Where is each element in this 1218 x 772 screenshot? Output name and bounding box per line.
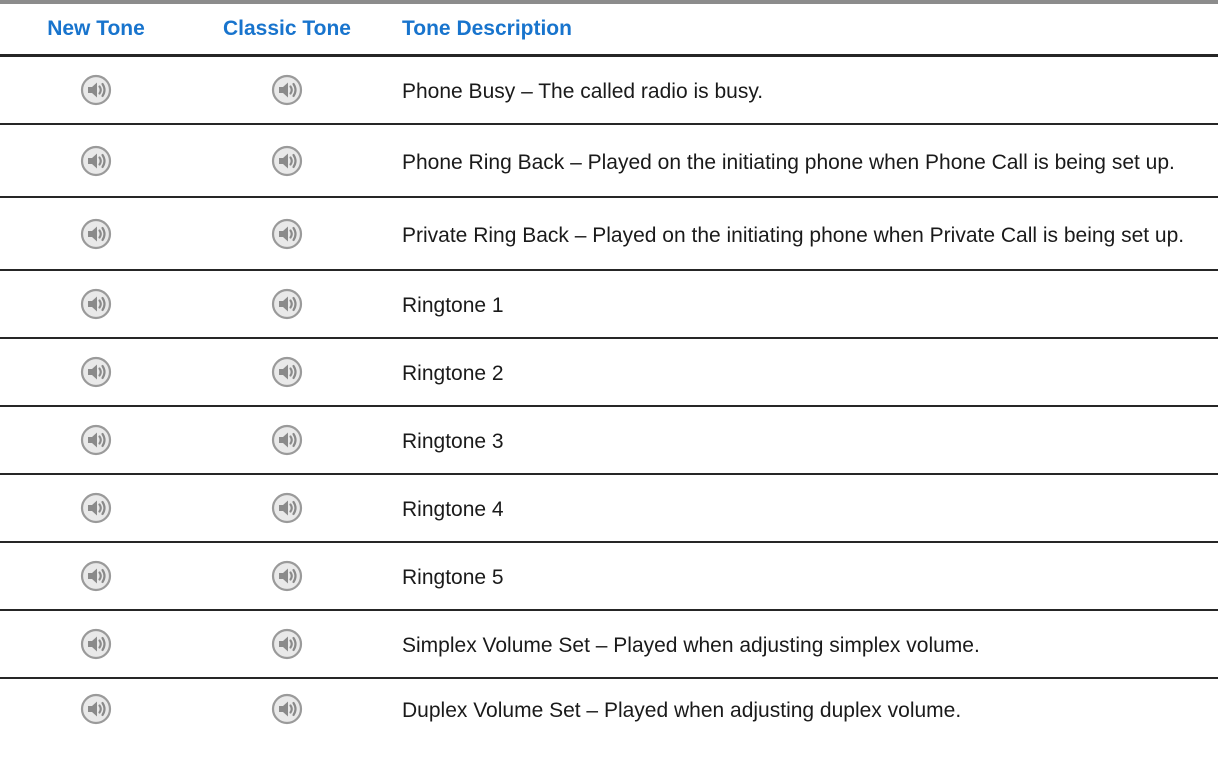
new-tone-play-button[interactable] [0, 424, 192, 456]
speaker-play-icon[interactable] [80, 356, 112, 388]
new-tone-play-button[interactable] [0, 145, 192, 177]
speaker-play-icon[interactable] [80, 693, 112, 725]
speaker-play-icon[interactable] [271, 218, 303, 250]
new-tone-play-button[interactable] [0, 218, 192, 250]
table-row: Private Ring Back – Played on the initia… [0, 198, 1218, 271]
speaker-play-icon[interactable] [80, 424, 112, 456]
speaker-play-icon[interactable] [271, 424, 303, 456]
tone-table: New Tone Classic Tone Tone Description P… [0, 0, 1218, 739]
speaker-play-icon[interactable] [80, 218, 112, 250]
tone-description: Ringtone 3 [402, 430, 504, 453]
classic-tone-play-button[interactable] [192, 628, 382, 660]
tone-description: Phone Ring Back – Played on the initiati… [402, 150, 1175, 174]
tone-description: Ringtone 1 [402, 294, 504, 317]
table-row: Ringtone 2 [0, 339, 1218, 407]
speaker-play-icon[interactable] [271, 74, 303, 106]
tone-description: Ringtone 2 [402, 362, 504, 385]
classic-tone-play-button[interactable] [192, 288, 382, 320]
tone-description: Ringtone 4 [402, 498, 504, 521]
tone-description: Phone Busy – The called radio is busy. [402, 80, 764, 103]
table-row: Ringtone 3 [0, 407, 1218, 475]
classic-tone-play-button[interactable] [192, 74, 382, 106]
new-tone-play-button[interactable] [0, 628, 192, 660]
tone-description: Duplex Volume Set – Played when adjustin… [402, 699, 962, 722]
classic-tone-play-button[interactable] [192, 424, 382, 456]
new-tone-play-button[interactable] [0, 74, 192, 106]
classic-tone-play-button[interactable] [192, 492, 382, 524]
speaker-play-icon[interactable] [271, 492, 303, 524]
classic-tone-play-button[interactable] [192, 356, 382, 388]
speaker-play-icon[interactable] [271, 288, 303, 320]
header-tone-description: Tone Description [402, 17, 572, 40]
table-row: Phone Ring Back – Played on the initiati… [0, 125, 1218, 198]
header-new-tone: New Tone [47, 17, 145, 40]
table-row: Ringtone 4 [0, 475, 1218, 543]
speaker-play-icon[interactable] [80, 628, 112, 660]
table-header: New Tone Classic Tone Tone Description [0, 4, 1218, 57]
tone-description: Simplex Volume Set – Played when adjusti… [402, 634, 980, 657]
header-classic-tone: Classic Tone [223, 17, 351, 40]
speaker-play-icon[interactable] [80, 74, 112, 106]
speaker-play-icon[interactable] [271, 693, 303, 725]
table-row: Duplex Volume Set – Played when adjustin… [0, 679, 1218, 739]
table-row: Ringtone 5 [0, 543, 1218, 611]
classic-tone-play-button[interactable] [192, 693, 382, 725]
classic-tone-play-button[interactable] [192, 560, 382, 592]
speaker-play-icon[interactable] [80, 145, 112, 177]
table-body: Phone Busy – The called radio is busy. P… [0, 57, 1218, 739]
tone-description: Private Ring Back – Played on the initia… [402, 223, 1185, 247]
new-tone-play-button[interactable] [0, 693, 192, 725]
speaker-play-icon[interactable] [80, 288, 112, 320]
table-row: Phone Busy – The called radio is busy. [0, 57, 1218, 125]
new-tone-play-button[interactable] [0, 288, 192, 320]
speaker-play-icon[interactable] [271, 560, 303, 592]
classic-tone-play-button[interactable] [192, 218, 382, 250]
classic-tone-play-button[interactable] [192, 145, 382, 177]
new-tone-play-button[interactable] [0, 356, 192, 388]
speaker-play-icon[interactable] [80, 560, 112, 592]
tone-description: Ringtone 5 [402, 566, 504, 589]
speaker-play-icon[interactable] [271, 356, 303, 388]
table-row: Simplex Volume Set – Played when adjusti… [0, 611, 1218, 679]
new-tone-play-button[interactable] [0, 560, 192, 592]
new-tone-play-button[interactable] [0, 492, 192, 524]
table-row: Ringtone 1 [0, 271, 1218, 339]
speaker-play-icon[interactable] [271, 628, 303, 660]
speaker-play-icon[interactable] [271, 145, 303, 177]
speaker-play-icon[interactable] [80, 492, 112, 524]
